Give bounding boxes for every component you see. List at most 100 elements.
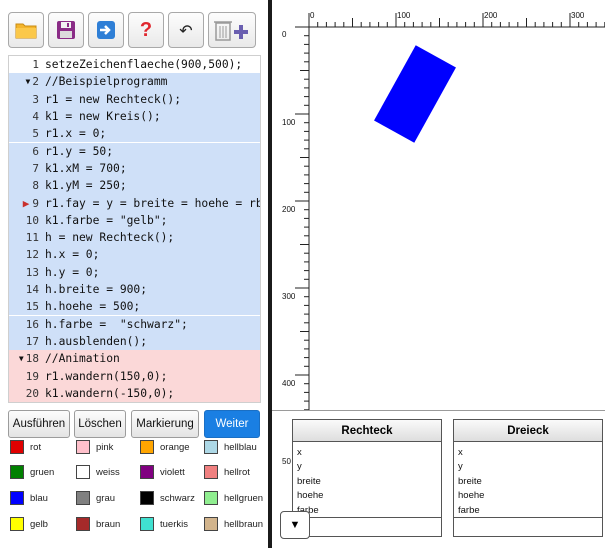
line-number-text: 6 <box>32 144 39 158</box>
next-button[interactable]: Weiter <box>204 410 260 438</box>
code-text[interactable]: //Beispielprogramm <box>45 73 260 90</box>
code-line[interactable]: 7 k1.xM = 700; <box>9 159 260 178</box>
code-line[interactable]: 4 k1 = new Kreis(); <box>9 107 260 126</box>
line-number-text: 10 <box>25 213 39 227</box>
code-line[interactable]: 20 k1.wandern(-150,0); <box>9 384 260 402</box>
line-number[interactable]: 17 <box>9 333 45 350</box>
code-line[interactable]: 10 k1.farbe = "gelb"; <box>9 211 260 229</box>
code-text[interactable]: r1.fay = y = breite = hoehe = rb <box>45 194 260 211</box>
code-line[interactable]: 8 k1.yM = 250; <box>9 177 260 195</box>
collapse-button[interactable]: ▼ <box>280 511 310 539</box>
open-button[interactable] <box>8 12 44 48</box>
code-text[interactable]: h = new Rechteck(); <box>45 229 260 246</box>
color-swatch-tuerkis[interactable]: tuerkis <box>140 515 188 533</box>
line-number[interactable]: 13 <box>9 264 45 281</box>
color-swatch-hellrot[interactable]: hellrot <box>204 463 250 481</box>
color-swatch-gelb[interactable]: gelb <box>10 515 48 533</box>
code-text[interactable]: k1.farbe = "gelb"; <box>45 212 260 229</box>
color-swatch-violett[interactable]: violett <box>140 463 185 481</box>
line-number[interactable]: 16 <box>9 316 45 333</box>
swatch-box <box>10 517 24 531</box>
line-number[interactable]: ▼ 2 <box>9 73 45 90</box>
code-text[interactable]: h.hoehe = 500; <box>45 298 260 315</box>
line-number[interactable]: 8 <box>9 177 45 194</box>
color-swatch-braun[interactable]: braun <box>76 515 120 533</box>
code-text[interactable]: r1 = new Rechteck(); <box>45 91 260 108</box>
code-line[interactable]: ▶ 9 r1.fay = y = breite = hoehe = rb <box>9 194 260 212</box>
color-swatch-grau[interactable]: grau <box>76 489 115 507</box>
fold-toggle-icon[interactable]: ▼ <box>26 77 31 86</box>
swatch-label: hellgruen <box>224 492 264 504</box>
color-swatch-hellblau[interactable]: hellblau <box>204 438 257 456</box>
class-card-dreieck[interactable]: Dreieck x y breite hoehe farbe <box>453 419 603 537</box>
line-number[interactable]: ▼ 18 <box>9 350 45 367</box>
line-number[interactable]: 15 <box>9 298 45 315</box>
code-text[interactable]: h.y = 0; <box>45 264 260 281</box>
help-button[interactable]: ? <box>128 12 164 48</box>
code-text[interactable]: //Animation <box>45 350 260 367</box>
line-number[interactable]: 1 <box>9 56 45 73</box>
code-line[interactable]: ▼ 2//Beispielprogramm <box>9 73 260 91</box>
line-number-text: 9 <box>32 196 39 210</box>
fold-toggle-icon[interactable]: ▼ <box>19 354 24 363</box>
delete-button[interactable]: Löschen <box>74 410 126 438</box>
color-swatch-blau[interactable]: blau <box>10 489 48 507</box>
code-line[interactable]: 1 setzeZeichenflaeche(900,500); <box>9 56 260 74</box>
color-swatch-weiss[interactable]: weiss <box>76 463 120 481</box>
code-line[interactable]: 16 h.farbe = "schwarz"; <box>9 315 260 333</box>
color-swatch-pink[interactable]: pink <box>76 438 113 456</box>
swatch-label: orange <box>160 441 190 453</box>
color-swatch-orange[interactable]: orange <box>140 438 190 456</box>
code-line[interactable]: 15 h.hoehe = 500; <box>9 298 260 316</box>
code-text[interactable]: h.ausblenden(); <box>45 333 260 350</box>
code-line[interactable]: 3 r1 = new Rechteck(); <box>9 90 260 108</box>
code-text[interactable]: r1.x = 0; <box>45 125 260 142</box>
line-number[interactable]: 14 <box>9 281 45 298</box>
clear-button[interactable] <box>208 12 256 48</box>
swatch-box <box>76 517 90 531</box>
line-number[interactable]: 12 <box>9 246 45 263</box>
save-button[interactable] <box>48 12 84 48</box>
class-card-rechteck[interactable]: Rechteck x y breite hoehe farbe <box>292 419 442 537</box>
line-number[interactable]: 5 <box>9 125 45 142</box>
code-line[interactable]: 6 r1.y = 50; <box>9 142 260 160</box>
code-line[interactable]: ▼ 18//Animation <box>9 350 260 368</box>
code-text[interactable]: r1.wandern(150,0); <box>45 367 260 384</box>
undo-button[interactable]: ↶ <box>168 12 204 48</box>
run-button[interactable]: Ausführen <box>8 410 70 438</box>
code-text[interactable]: h.farbe = "schwarz"; <box>45 316 260 333</box>
code-text[interactable]: h.x = 0; <box>45 246 260 263</box>
mark-button[interactable]: Markierung <box>131 410 199 438</box>
code-line[interactable]: 13 h.y = 0; <box>9 263 260 281</box>
code-text[interactable]: k1 = new Kreis(); <box>45 108 260 125</box>
code-line[interactable]: 5 r1.x = 0; <box>9 125 260 143</box>
line-number[interactable]: 19 <box>9 367 45 384</box>
line-number[interactable]: 20 <box>9 385 45 402</box>
code-editor[interactable]: 1 setzeZeichenflaeche(900,500); ▼ 2//Beispi… <box>8 55 261 403</box>
line-number[interactable]: 3 <box>9 91 45 108</box>
line-number[interactable]: 11 <box>9 229 45 246</box>
line-number[interactable]: 4 <box>9 108 45 125</box>
export-button[interactable] <box>88 12 124 48</box>
code-text[interactable]: k1.xM = 700; <box>45 160 260 177</box>
color-swatch-gruen[interactable]: gruen <box>10 463 54 481</box>
code-line[interactable]: 12 h.x = 0; <box>9 246 260 264</box>
code-text[interactable]: k1.wandern(-150,0); <box>45 385 260 402</box>
color-swatch-schwarz[interactable]: schwarz <box>140 489 195 507</box>
export-icon <box>97 21 115 39</box>
code-text[interactable]: h.breite = 900; <box>45 281 260 298</box>
line-number[interactable]: 6 <box>9 143 45 160</box>
color-swatch-rot[interactable]: rot <box>10 438 41 456</box>
line-number[interactable]: ▶ 9 <box>9 194 45 211</box>
code-text[interactable]: r1.y = 50; <box>45 143 260 160</box>
code-line[interactable]: 19 r1.wandern(150,0); <box>9 367 260 385</box>
code-line[interactable]: 11 h = new Rechteck(); <box>9 229 260 247</box>
color-swatch-hellbraun[interactable]: hellbraun <box>204 515 263 533</box>
code-text[interactable]: setzeZeichenflaeche(900,500); <box>45 56 260 73</box>
line-number[interactable]: 10 <box>9 212 45 229</box>
color-swatch-hellgruen[interactable]: hellgruen <box>204 489 263 507</box>
code-line[interactable]: 17 h.ausblenden(); <box>9 332 260 351</box>
line-number[interactable]: 7 <box>9 160 45 177</box>
code-text[interactable]: k1.yM = 250; <box>45 177 260 194</box>
code-line[interactable]: 14 h.breite = 900; <box>9 280 260 299</box>
